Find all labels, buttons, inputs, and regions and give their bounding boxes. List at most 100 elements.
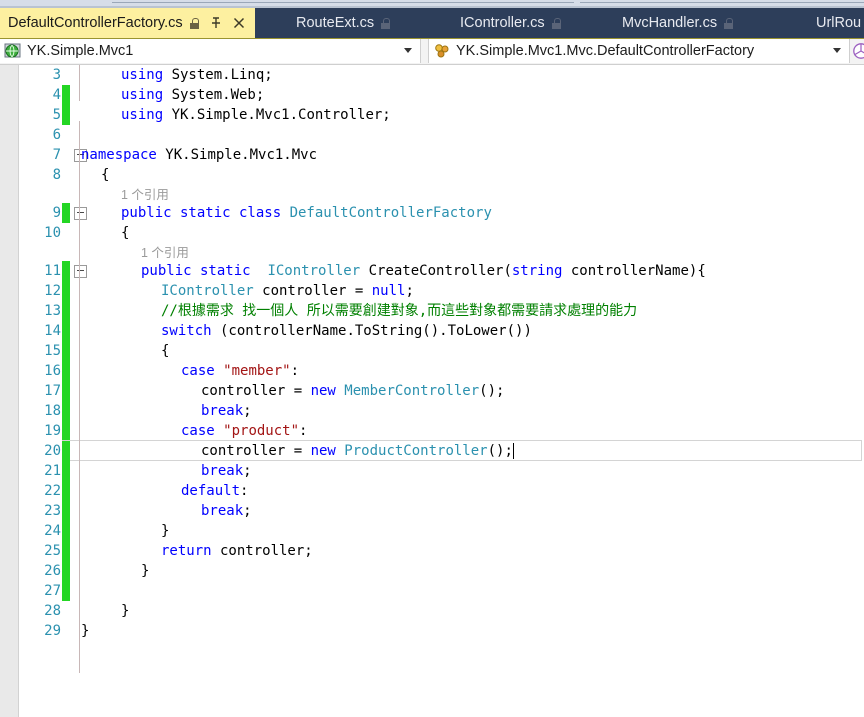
document-tab-label: IController.cs	[460, 15, 545, 31]
code-token: return	[161, 543, 212, 559]
outlining-collapse-icon[interactable]	[74, 207, 87, 220]
code-line-20[interactable]: 20 controller = new ProductController();	[19, 440, 864, 461]
chevron-down-icon[interactable]	[404, 48, 412, 53]
code-line-text: using System.Linq;	[121, 65, 273, 85]
line-number: 13	[44, 303, 61, 319]
code-line-14[interactable]: 14 switch (controllerName.ToString().ToLo…	[19, 321, 864, 341]
navigation-bar: YK.Simple.Mvc1 YK.Simple.Mvc1.Mvc.Defaul…	[0, 38, 864, 65]
line-number: 11	[44, 263, 61, 279]
code-surface[interactable]: 3 using System.Linq; 4 using System.Web; 5 us…	[19, 65, 864, 717]
code-editor[interactable]: 3 using System.Linq; 4 using System.Web; 5 us…	[0, 65, 864, 717]
outlining-collapse-icon[interactable]	[74, 265, 87, 278]
code-line-11[interactable]: 11 public static IController CreateContro…	[19, 261, 864, 281]
code-line-13[interactable]: 13 //根據需求 找一個人 所以需要創建對象,而這些對象都需要請求處理的能力	[19, 301, 864, 321]
document-tab-icontroller-cs[interactable]: IController.cs	[452, 8, 561, 38]
change-indicator-bar	[62, 441, 70, 461]
code-token: ;	[243, 463, 252, 479]
change-indicator-bar	[62, 461, 70, 481]
code-token: IController	[161, 283, 254, 299]
code-line-27[interactable]: 27	[19, 581, 864, 601]
code-line-21[interactable]: 21 break;	[19, 461, 864, 481]
code-line-text: controller = new MemberController();	[201, 381, 504, 401]
code-line-29[interactable]: 29}	[19, 621, 864, 641]
code-line-text: case "member":	[181, 361, 299, 381]
code-token: switch	[161, 323, 212, 339]
code-token: using	[121, 67, 172, 83]
code-token: namespace	[81, 147, 166, 163]
indicator-margin[interactable]	[0, 65, 19, 717]
code-line-text: using System.Web;	[121, 85, 264, 105]
cube-icon[interactable]	[852, 42, 864, 60]
code-line-25[interactable]: 25 return controller;	[19, 541, 864, 561]
document-tab-label: RouteExt.cs	[296, 15, 375, 31]
code-token: controllerName){	[562, 263, 706, 279]
code-line-5[interactable]: 5 using YK.Simple.Mvc1.Controller;	[19, 105, 864, 125]
code-token: System.Linq;	[171, 67, 273, 83]
lock-icon	[724, 17, 734, 29]
chevron-down-icon[interactable]	[833, 48, 841, 53]
code-line-4[interactable]: 4 using System.Web;	[19, 85, 864, 105]
document-tab-mvchandler-cs[interactable]: MvcHandler.cs	[614, 8, 734, 38]
code-line-12[interactable]: 12 IController controller = null;	[19, 281, 864, 301]
line-number: 23	[44, 503, 61, 519]
code-line-3[interactable]: 3 using System.Linq;	[19, 65, 864, 85]
line-number: 5	[52, 107, 61, 123]
line-number: 3	[52, 67, 61, 83]
code-line-23[interactable]: 23 break;	[19, 501, 864, 521]
document-tab-routeext-cs[interactable]: RouteExt.cs	[288, 8, 391, 38]
document-tab-urlrou[interactable]: UrlRou	[808, 8, 861, 38]
code-line-8[interactable]: 8{	[19, 165, 864, 185]
line-number: 18	[44, 403, 61, 419]
code-line-text: default:	[181, 481, 248, 501]
line-number: 12	[44, 283, 61, 299]
code-token: controller =	[201, 443, 311, 459]
code-line-28[interactable]: 28}	[19, 601, 864, 621]
code-line-15[interactable]: 15 {	[19, 341, 864, 361]
code-token: "product"	[223, 423, 300, 439]
code-token: ();	[479, 383, 505, 399]
change-indicator-bar	[62, 203, 70, 223]
code-line-10[interactable]: 10 {	[19, 223, 864, 243]
code-line-16[interactable]: 16 case "member":	[19, 361, 864, 381]
line-number: 22	[44, 483, 61, 499]
code-line-9[interactable]: 9 public static class DefaultControllerFa…	[19, 203, 864, 223]
code-line-26[interactable]: 26}	[19, 561, 864, 581]
document-tab-defaultcontrollerfactory-cs[interactable]: DefaultControllerFactory.cs	[0, 8, 255, 38]
line-number: 10	[44, 225, 61, 241]
visual-studio-editor-window: DefaultControllerFactory.cs RouteExt.cs IC…	[0, 0, 864, 717]
code-line-7[interactable]: 7 namespace YK.Simple.Mvc1.Mvc	[19, 145, 864, 165]
code-token: }	[141, 563, 150, 579]
codelens-reference-count[interactable]: 1 个引用	[141, 244, 189, 262]
code-line-text: public static IController CreateControll…	[141, 261, 706, 281]
code-line-text: break;	[201, 461, 252, 481]
code-token: MemberController	[344, 383, 480, 399]
codelens-reference-count[interactable]: 1 个引用	[121, 186, 169, 204]
code-token: YK.Simple.Mvc1.Mvc	[165, 147, 318, 163]
close-icon[interactable]	[231, 15, 247, 31]
code-line-text: }	[161, 521, 169, 541]
line-number: 14	[44, 323, 61, 339]
change-indicator-bar	[62, 421, 70, 441]
change-indicator-bar	[62, 501, 70, 521]
code-line-6[interactable]: 6	[19, 125, 864, 145]
code-token: controller =	[201, 383, 311, 399]
project-dropdown[interactable]: YK.Simple.Mvc1	[0, 39, 421, 63]
code-token: CreateController(	[360, 263, 512, 279]
code-line-19[interactable]: 19 case "product":	[19, 421, 864, 441]
code-line-17[interactable]: 17 controller = new MemberController();	[19, 381, 864, 401]
line-number: 19	[44, 423, 61, 439]
code-token: ();	[487, 443, 513, 459]
change-indicator-bar	[62, 85, 70, 105]
code-line-24[interactable]: 24}	[19, 521, 864, 541]
code-token: DefaultControllerFactory	[289, 205, 492, 221]
outlining-guide-line	[79, 201, 80, 623]
code-line-22[interactable]: 22 default:	[19, 481, 864, 501]
lock-icon	[189, 17, 199, 29]
code-token: ;	[243, 403, 252, 419]
code-token: string	[511, 263, 563, 279]
code-line-18[interactable]: 18 break;	[19, 401, 864, 421]
class-icon	[433, 42, 451, 60]
pin-icon[interactable]	[209, 15, 223, 31]
type-dropdown[interactable]: YK.Simple.Mvc1.Mvc.DefaultControllerFact…	[428, 39, 850, 63]
change-indicator-bar	[62, 261, 70, 281]
